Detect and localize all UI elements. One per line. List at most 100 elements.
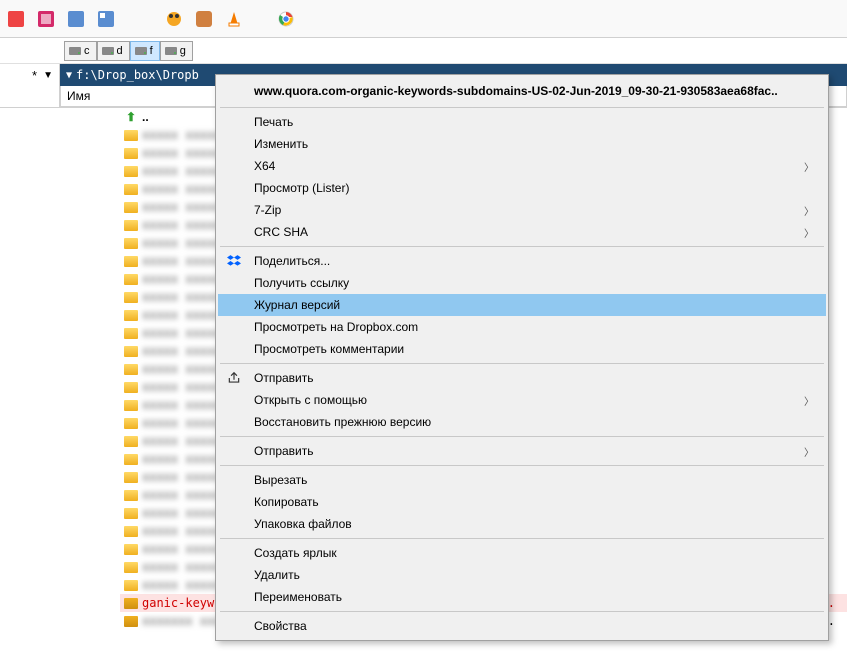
context-menu-item[interactable]: Изменить: [218, 133, 826, 155]
drive-bar: cdfg: [0, 38, 847, 64]
app-icon-5[interactable]: [164, 9, 184, 29]
app-icon-4[interactable]: [96, 9, 116, 29]
context-menu-item[interactable]: Переименовать: [218, 586, 826, 608]
context-menu-item[interactable]: Свойства: [218, 615, 826, 637]
drive-icon: [69, 47, 81, 55]
folder-icon: [124, 562, 138, 573]
folder-icon: [124, 436, 138, 447]
current-path: f:\Drop_box\Dropb: [76, 68, 199, 82]
context-menu-separator: [220, 246, 824, 247]
context-menu-item-label: Просмотреть комментарии: [254, 342, 404, 356]
folder-icon: [124, 418, 138, 429]
context-menu-item[interactable]: Отправить: [218, 367, 826, 389]
context-menu-item[interactable]: Отправить 〉: [218, 440, 826, 462]
context-menu-item-label: Просмотреть на Dropbox.com: [254, 320, 418, 334]
context-menu-item[interactable]: Создать ярлык: [218, 542, 826, 564]
context-menu-separator: [220, 611, 824, 612]
context-menu-item-label: Просмотр (Lister): [254, 181, 349, 195]
context-menu: www.quora.com-organic-keywords-subdomain…: [215, 74, 829, 641]
context-menu-item-label: Создать ярлык: [254, 546, 337, 560]
up-label: ..: [142, 110, 149, 124]
context-menu-item-label: Отправить: [254, 444, 314, 458]
drive-button-f[interactable]: f: [130, 41, 160, 61]
asterisk-marker: *: [32, 68, 37, 83]
context-menu-item[interactable]: Упаковка файлов: [218, 513, 826, 535]
context-menu-item[interactable]: Просмотреть комментарии: [218, 338, 826, 360]
app-icon-2[interactable]: [36, 9, 56, 29]
context-menu-title: www.quora.com-organic-keywords-subdomain…: [218, 78, 826, 104]
submenu-arrow-icon: 〉: [804, 393, 814, 408]
drive-button-c[interactable]: c: [64, 41, 97, 61]
submenu-arrow-icon: 〉: [804, 444, 814, 459]
context-menu-separator: [220, 363, 824, 364]
context-menu-item-label: CRC SHA: [254, 225, 308, 239]
context-menu-item-label: Печать: [254, 115, 293, 129]
submenu-arrow-icon: 〉: [804, 225, 814, 240]
folder-icon: [124, 274, 138, 285]
path-dropdown-icon[interactable]: ▼: [66, 70, 72, 81]
context-menu-item[interactable]: Поделиться...: [218, 250, 826, 272]
context-menu-item-label: Удалить: [254, 568, 300, 582]
dropdown-arrow-icon[interactable]: ▼: [43, 70, 53, 81]
context-menu-item-label: Журнал версий: [254, 298, 340, 312]
context-menu-item[interactable]: 7-Zip〉: [218, 199, 826, 221]
share-icon: [226, 370, 242, 386]
context-menu-item[interactable]: Вырезать: [218, 469, 826, 491]
folder-icon: [124, 148, 138, 159]
drive-icon: [102, 47, 114, 55]
context-menu-item[interactable]: Просмотр (Lister): [218, 177, 826, 199]
folder-icon: [124, 400, 138, 411]
folder-icon: [124, 166, 138, 177]
folder-icon: [124, 220, 138, 231]
context-menu-item-label: Восстановить прежнюю версию: [254, 415, 431, 429]
dropbox-icon: [226, 253, 242, 269]
context-menu-item[interactable]: Восстановить прежнюю версию: [218, 411, 826, 433]
app-icon-6[interactable]: [194, 9, 214, 29]
context-menu-item-label: Открыть с помощью: [254, 393, 367, 407]
context-menu-separator: [220, 465, 824, 466]
app-icon-3[interactable]: [66, 9, 86, 29]
context-menu-item[interactable]: Открыть с помощью 〉: [218, 389, 826, 411]
folder-icon: [124, 256, 138, 267]
folder-icon: [124, 472, 138, 483]
context-menu-item-label: Упаковка файлов: [254, 517, 352, 531]
left-marker-col: * ▼: [0, 64, 60, 86]
folder-icon: [124, 526, 138, 537]
context-menu-item[interactable]: Журнал версий: [218, 294, 826, 316]
folder-icon: [124, 310, 138, 321]
app-icon-1[interactable]: [6, 9, 26, 29]
context-menu-item[interactable]: Печать: [218, 111, 826, 133]
drive-icon: [135, 47, 147, 55]
drive-button-g[interactable]: g: [160, 41, 193, 61]
context-menu-item-label: Вырезать: [254, 473, 307, 487]
file-icon: [124, 616, 138, 627]
context-menu-item-label: Свойства: [254, 619, 307, 633]
folder-icon: [124, 184, 138, 195]
drive-icon: [165, 47, 177, 55]
folder-icon: [124, 328, 138, 339]
up-arrow-icon: ⬆: [124, 110, 138, 124]
vlc-icon[interactable]: [224, 9, 244, 29]
context-menu-item[interactable]: Просмотреть на Dropbox.com: [218, 316, 826, 338]
folder-icon: [124, 202, 138, 213]
top-toolbar: [0, 0, 847, 38]
context-menu-item-label: Поделиться...: [254, 254, 330, 268]
context-menu-item[interactable]: Копировать: [218, 491, 826, 513]
chrome-icon[interactable]: [276, 9, 296, 29]
folder-icon: [124, 508, 138, 519]
context-menu-item-label: Копировать: [254, 495, 319, 509]
context-menu-item-label: Переименовать: [254, 590, 342, 604]
context-menu-item[interactable]: Удалить: [218, 564, 826, 586]
context-menu-item-label: Изменить: [254, 137, 308, 151]
folder-icon: [124, 346, 138, 357]
context-menu-separator: [220, 538, 824, 539]
drive-button-d[interactable]: d: [97, 41, 130, 61]
context-menu-item-label: Отправить: [254, 371, 314, 385]
context-menu-item[interactable]: CRC SHA 〉: [218, 221, 826, 243]
submenu-arrow-icon: 〉: [804, 159, 814, 174]
folder-icon: [124, 544, 138, 555]
context-menu-item[interactable]: X64〉: [218, 155, 826, 177]
folder-icon: [124, 490, 138, 501]
context-menu-item-label: 7-Zip: [254, 203, 281, 217]
context-menu-item[interactable]: Получить ссылку: [218, 272, 826, 294]
